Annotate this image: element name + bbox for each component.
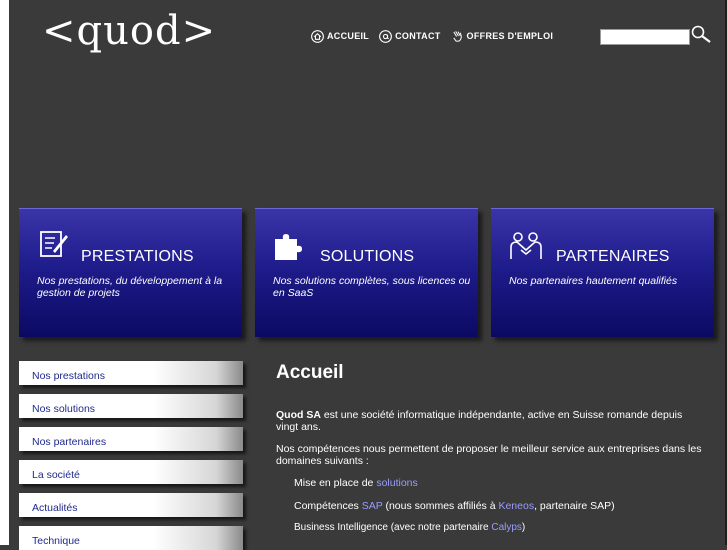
- home-icon: [311, 29, 324, 43]
- handshake-icon: [510, 232, 542, 259]
- card-prestations-desc: Nos prestations, du développement à la g…: [37, 275, 223, 299]
- card-prestations-title: PRESTATIONS: [81, 248, 194, 265]
- hand-icon: [452, 30, 462, 42]
- intro-paragraph: Quod SA est une société informatique ind…: [276, 409, 706, 433]
- list-item-text: (nous sommes affiliés à: [382, 500, 499, 512]
- calyps-link[interactable]: Calyps: [491, 522, 522, 533]
- search-input[interactable]: [600, 29, 690, 45]
- card-solutions-desc: Nos solutions complètes, sous licences o…: [273, 275, 471, 299]
- sidebar-item-partenaires[interactable]: Nos partenaires: [19, 427, 243, 451]
- sidebar-item-label: Actualités: [32, 502, 78, 514]
- list-item: Business Intelligence (avec notre parten…: [294, 522, 525, 533]
- sidebar-item-label: Technique: [32, 535, 80, 547]
- list-item-text: , partenaire SAP): [534, 500, 615, 512]
- top-nav: ACCUEIL CONTACT OFFRES D'EMPLOI: [311, 26, 563, 46]
- nav-contact[interactable]: CONTACT: [379, 29, 441, 43]
- solutions-link[interactable]: solutions: [376, 477, 417, 489]
- sidebar-item-prestations[interactable]: Nos prestations: [19, 361, 243, 385]
- magnifier-icon[interactable]: [690, 24, 712, 46]
- card-partenaires[interactable]: PARTENAIRES Nos partenaires hautement qu…: [491, 208, 714, 337]
- list-item-text: Compétences: [294, 500, 362, 512]
- sidebar-item-societe[interactable]: La société: [19, 460, 243, 484]
- nav-contact-label: CONTACT: [395, 31, 441, 41]
- list-item-text: ): [521, 522, 526, 533]
- logo[interactable]: <quod>: [42, 8, 216, 54]
- nav-accueil[interactable]: ACCUEIL: [311, 29, 370, 43]
- sidebar-item-label: Nos solutions: [32, 403, 96, 415]
- card-solutions[interactable]: SOLUTIONS Nos solutions complètes, sous …: [255, 208, 478, 337]
- sidebar-item-technique[interactable]: Technique: [19, 526, 243, 550]
- list-item: Compétences SAP (nous sommes affiliés à …: [294, 500, 615, 512]
- list-item: Mise en place de solutions: [294, 477, 418, 489]
- page: <quod> ACCUEIL CONTACT OFFRES D'EMPLOI P…: [0, 0, 727, 550]
- sidebar-item-label: La société: [32, 469, 80, 481]
- nav-accueil-label: ACCUEIL: [327, 31, 370, 41]
- list-item-text: Business Intelligence (avec notre parten…: [294, 522, 492, 533]
- company-name: Quod SA: [276, 409, 321, 421]
- sidebar-item-label: Nos partenaires: [32, 436, 107, 448]
- sidebar-item-actualites[interactable]: Actualités: [19, 493, 243, 517]
- nav-offres-label: OFFRES D'EMPLOI: [466, 31, 554, 41]
- nav-offres-emploi[interactable]: OFFRES D'EMPLOI: [451, 30, 554, 43]
- page-title: Accueil: [276, 362, 344, 383]
- list-item-text: Mise en place de: [294, 477, 377, 489]
- puzzle-piece-icon: [275, 234, 302, 260]
- sidebar-item-label: Nos prestations: [32, 370, 105, 382]
- card-prestations[interactable]: PRESTATIONS Nos prestations, du développ…: [19, 208, 242, 337]
- notepad-pen-icon: [40, 231, 68, 257]
- sidebar-item-solutions[interactable]: Nos solutions: [19, 394, 243, 418]
- keneos-link[interactable]: Keneos: [498, 500, 534, 512]
- card-solutions-title: SOLUTIONS: [320, 248, 415, 265]
- competences-paragraph: Nos compétences nous permettent de propo…: [276, 443, 702, 467]
- sap-link[interactable]: SAP: [362, 500, 383, 512]
- at-icon: [379, 29, 393, 43]
- card-partenaires-title: PARTENAIRES: [556, 248, 670, 265]
- intro-text: est une société informatique indépendant…: [276, 409, 683, 433]
- card-partenaires-desc: Nos partenaires hautement qualifiés: [509, 275, 678, 287]
- left-border: [0, 0, 9, 545]
